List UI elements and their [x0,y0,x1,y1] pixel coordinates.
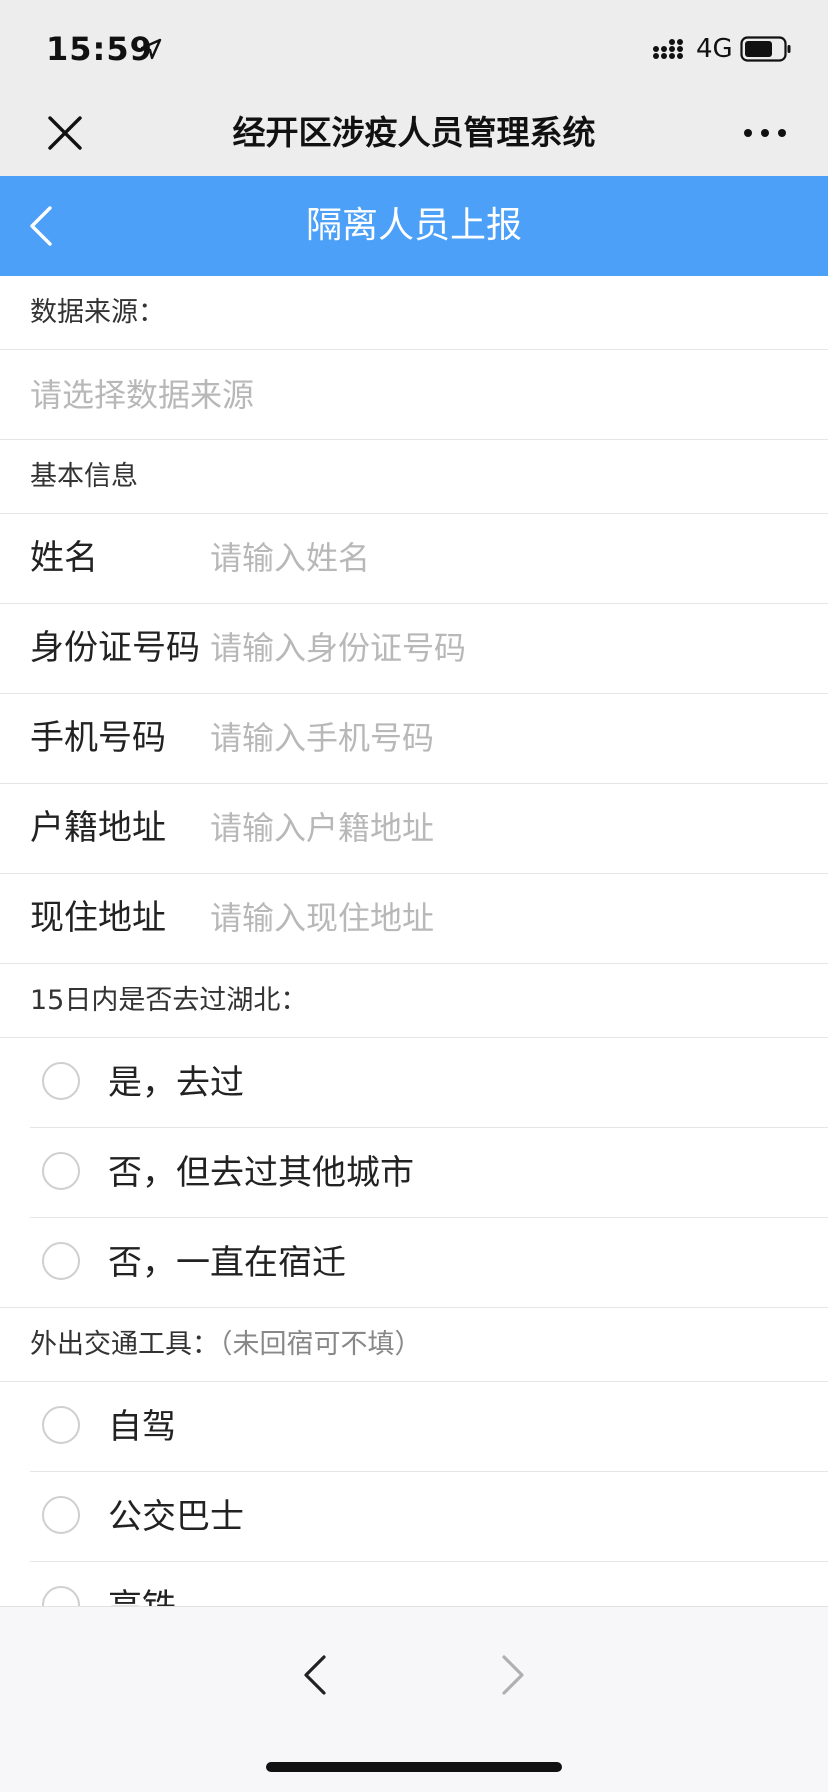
hubei-option-stayed[interactable]: 否，一直在宿迁 [0,1218,828,1308]
phone-label: 手机号码 [30,718,166,758]
transport-question-label: 外出交通工具： [30,1329,219,1360]
status-bar: 15:59 4G [0,0,828,100]
radio-label: 高铁 [108,1562,176,1606]
status-time: 15:59 [46,30,153,68]
current-address-label: 现住地址 [30,898,166,938]
radio-label: 自驾 [108,1407,176,1447]
app-title-bar: 隔离人员上报 [0,176,828,276]
radio-circle[interactable] [42,1152,80,1190]
transport-option-bus[interactable]: 公交巴士 [30,1472,828,1562]
radio-label: 公交巴士 [108,1497,244,1537]
transport-option-high-speed-rail[interactable]: 高铁 [30,1562,828,1606]
name-field-row: 姓名 [0,514,828,604]
current-address-input[interactable] [210,892,790,944]
radio-label: 否，一直在宿迁 [108,1243,346,1283]
signal-icon [653,39,683,59]
name-label: 姓名 [30,538,98,578]
id-number-field-row: 身份证号码 [0,604,828,694]
data-source-select[interactable]: 请选择数据来源 [0,350,828,440]
data-source-header: 数据来源： [0,276,828,350]
more-icon[interactable] [740,118,790,148]
id-number-label: 身份证号码 [30,628,200,668]
radio-circle[interactable] [42,1406,80,1444]
nav-forward-icon[interactable] [492,1651,532,1699]
close-icon[interactable] [44,112,86,154]
radio-circle[interactable] [42,1496,80,1534]
hubei-question-header: 15日内是否去过湖北： [0,964,828,1038]
phone-input[interactable] [210,712,790,764]
hubei-option-other-city[interactable]: 否，但去过其他城市 [30,1128,828,1218]
network-type: 4G [696,34,733,64]
home-indicator[interactable] [266,1762,562,1772]
transport-question-header: 外出交通工具：（未回宿可不填） [0,1308,828,1382]
location-arrow-icon [140,38,162,60]
transport-option-self-drive[interactable]: 自驾 [30,1382,828,1472]
radio-label: 否，但去过其他城市 [108,1153,414,1193]
back-chevron-icon[interactable] [22,202,62,250]
wechat-header: 经开区涉疫人员管理系统 [0,100,828,176]
page-title: 隔离人员上报 [305,205,522,246]
form-content: 数据来源： 请选择数据来源 基本信息 姓名 身份证号码 手机号码 户籍地址 现住… [0,276,828,1606]
id-number-input[interactable] [210,622,790,674]
basic-info-header: 基本信息 [0,440,828,514]
household-address-input[interactable] [210,802,790,854]
radio-circle[interactable] [42,1586,80,1606]
hubei-option-yes[interactable]: 是，去过 [30,1038,828,1128]
current-address-field-row: 现住地址 [0,874,828,964]
radio-circle[interactable] [42,1242,80,1280]
nav-back-icon[interactable] [296,1651,336,1699]
household-address-field-row: 户籍地址 [0,784,828,874]
radio-circle[interactable] [42,1062,80,1100]
radio-label: 是，去过 [108,1063,244,1103]
battery-icon [740,36,791,62]
wechat-page-title: 经开区涉疫人员管理系统 [232,113,596,152]
transport-question-note: （未回宿可不填） [219,1329,422,1360]
phone-field-row: 手机号码 [0,694,828,784]
name-input[interactable] [210,532,790,584]
household-address-label: 户籍地址 [30,808,166,848]
